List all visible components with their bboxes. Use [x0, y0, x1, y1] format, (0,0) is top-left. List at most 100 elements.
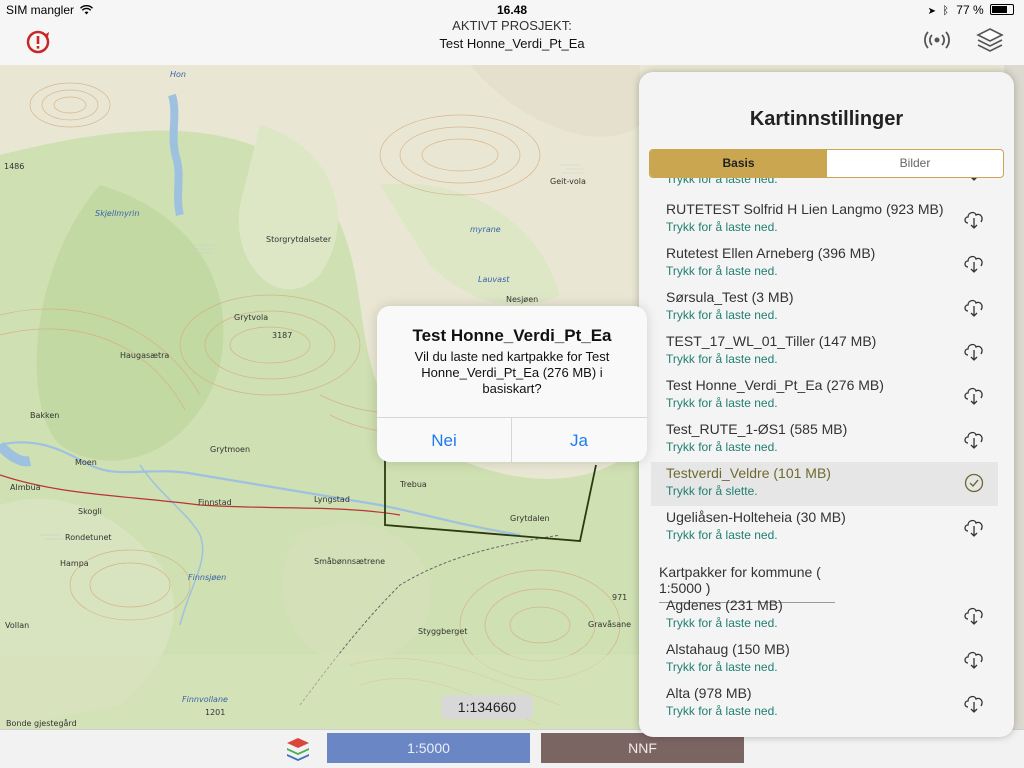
row-title: Testverdi_Veldre (101 MB) [666, 465, 831, 481]
row-subtitle: Trykk for å slette. [666, 484, 758, 498]
list-item[interactable]: Rutetest Ellen Arneberg (396 MB) Trykk f… [651, 242, 998, 286]
row-subtitle: Trykk for å laste ned. [666, 704, 778, 718]
cloud-download-icon[interactable] [962, 604, 986, 626]
map-label: Trebua [400, 480, 427, 489]
map-label: Grytdalen [510, 514, 550, 523]
map-label: Haugasætra [120, 351, 170, 360]
map-label: 971 [612, 593, 628, 602]
map-label: Geit-vola [550, 177, 586, 186]
cloud-download-icon[interactable] [962, 178, 986, 182]
row-title: TEST_17_WL_01_Tiller (147 MB) [666, 333, 877, 349]
location-arrow-icon: ➤ [927, 6, 936, 17]
row-title: Test_RUTE_1-ØS1 (585 MB) [666, 421, 848, 437]
list-item-selected[interactable]: Testverdi_Veldre (101 MB) Trykk for å sl… [651, 462, 998, 506]
map-label: Storgrytdalseter [266, 235, 332, 244]
row-title: Test Honne_Verdi_Pt_Ea (276 MB) [666, 377, 884, 393]
cloud-download-icon[interactable] [962, 384, 986, 406]
row-title: Rutetest Ellen Arneberg (396 MB) [666, 245, 876, 261]
row-subtitle: Trykk for å laste ned. [666, 220, 778, 234]
map-label: Hon [170, 70, 186, 79]
map-label: Grytvola [234, 313, 269, 322]
map-label: 3187 [272, 331, 293, 340]
map-package-list[interactable]: Trykk for å laste ned. RUTETEST Solfrid … [639, 178, 1014, 737]
cloud-download-icon[interactable] [962, 692, 986, 714]
list-item[interactable]: TEST_17_WL_01_Tiller (147 MB) Trykk for … [651, 330, 998, 374]
list-item[interactable]: Alstahaug (150 MB) Trykk for å laste ned… [651, 638, 998, 682]
navigation-bar: AKTIVT PROSJEKT: Test Honne_Verdi_Pt_Ea [0, 18, 1024, 66]
map-label: Gravåsane [588, 620, 632, 629]
cloud-download-icon[interactable] [962, 340, 986, 362]
panel-title: Kartinnstillinger [749, 108, 904, 130]
map-label: myrane [470, 225, 501, 234]
map-label: Vollan [5, 621, 30, 630]
row-title: Alstahaug (150 MB) [666, 641, 790, 657]
battery-icon [990, 4, 1014, 15]
row-subtitle: Trykk for å laste ned. [666, 528, 778, 542]
row-title: Agdenes (231 MB) [666, 597, 783, 613]
list-item[interactable]: Ugeliåsen-Holteheia (30 MB) Trykk for å … [651, 506, 998, 550]
map-label: Finnsjøen [188, 573, 227, 582]
row-subtitle: Trykk for å laste ned. [666, 308, 778, 322]
basemap-tab-switch: Basis Bilder [649, 149, 1004, 178]
map-label: Grytmoen [210, 445, 251, 454]
row-title: RUTETEST Solfrid H Lien Langmo (923 MB) [666, 201, 944, 217]
map-label: 1201 [205, 708, 226, 717]
clock: 16.48 [496, 3, 528, 17]
row-subtitle: Trykk for å laste ned. [666, 396, 778, 410]
cloud-download-icon[interactable] [962, 648, 986, 670]
status-right: ➤ ᛒ 77 % [928, 3, 1014, 17]
bluetooth-icon: ᛒ [942, 5, 949, 17]
map-label: Finnstad [198, 498, 232, 507]
cloud-download-icon[interactable] [962, 428, 986, 450]
map-label: Finnvollane [182, 695, 228, 704]
list-item[interactable]: Agdenes (231 MB) Trykk for å laste ned. [651, 594, 998, 638]
map-settings-panel: Kartinnstillinger Basis Bilder Trykk for… [639, 72, 1014, 737]
sync-alert-icon[interactable] [24, 28, 52, 56]
cloud-download-icon[interactable] [962, 208, 986, 230]
map-label: Bonde gjestegård [6, 719, 77, 728]
map-label: Skogli [78, 507, 102, 516]
list-item[interactable]: RUTETEST Solfrid H Lien Langmo (923 MB) … [651, 198, 998, 242]
gps-signal-icon[interactable] [923, 29, 951, 51]
cloud-download-icon[interactable] [962, 296, 986, 318]
stack-layers-icon[interactable] [285, 735, 311, 763]
cloud-download-icon[interactable] [962, 252, 986, 274]
map-label: Småbønnsætrene [314, 557, 386, 566]
row-subtitle: Trykk for å laste ned. [666, 440, 778, 454]
row-title: Sørsula_Test (3 MB) [666, 289, 794, 305]
row-subtitle: Trykk for å laste ned. [666, 616, 778, 630]
tab-basis[interactable]: Basis [650, 150, 827, 177]
row-subtitle: Trykk for å laste ned. [666, 264, 778, 278]
active-project-label: AKTIVT PROSJEKT: [452, 18, 572, 33]
dialog-message: Vil du laste ned kartpakke for Test Honn… [414, 349, 610, 396]
map-label: Skjellmyrin [95, 209, 140, 218]
list-item[interactable]: Alta (978 MB) Trykk for å laste ned. [651, 682, 998, 726]
map-label: Lyngstad [314, 495, 350, 504]
layers-icon[interactable] [974, 25, 1006, 57]
cloud-download-icon[interactable] [962, 516, 986, 538]
nnf-button[interactable]: NNF [541, 733, 744, 763]
row-subtitle: Trykk for å laste ned. [666, 178, 778, 186]
map-label: Moen [75, 458, 97, 467]
list-item[interactable]: Test Honne_Verdi_Pt_Ea (276 MB) Trykk fo… [651, 374, 998, 418]
dialog-actions: Nei Ja [377, 417, 647, 462]
map-label: Nesjøen [506, 295, 539, 304]
list-item[interactable]: Sørsula_Test (3 MB) Trykk for å laste ne… [651, 286, 998, 330]
download-confirm-dialog: Test Honne_Verdi_Pt_Ea Vil du laste ned … [377, 306, 647, 462]
map-scale-readout: 1:134660 [441, 695, 533, 719]
map-label: 1486 [4, 162, 25, 171]
map-label: Styggberget [418, 627, 468, 636]
check-circle-icon[interactable] [962, 472, 986, 494]
list-item[interactable]: Test_RUTE_1-ØS1 (585 MB) Trykk for å las… [651, 418, 998, 462]
map-label: Lauvast [478, 275, 510, 284]
cancel-button[interactable]: Nei [377, 418, 512, 462]
row-title: Ugeliåsen-Holteheia (30 MB) [666, 509, 846, 525]
row-title: Alta (978 MB) [666, 685, 752, 701]
map-label: Bakken [30, 411, 60, 420]
list-item[interactable]: Trykk for å laste ned. [651, 178, 998, 194]
confirm-button[interactable]: Ja [512, 418, 646, 462]
tab-bilder[interactable]: Bilder [827, 150, 1003, 177]
map-label: Almbua [10, 483, 41, 492]
scale-1-5000-button[interactable]: 1:5000 [327, 733, 530, 763]
row-subtitle: Trykk for å laste ned. [666, 352, 778, 366]
